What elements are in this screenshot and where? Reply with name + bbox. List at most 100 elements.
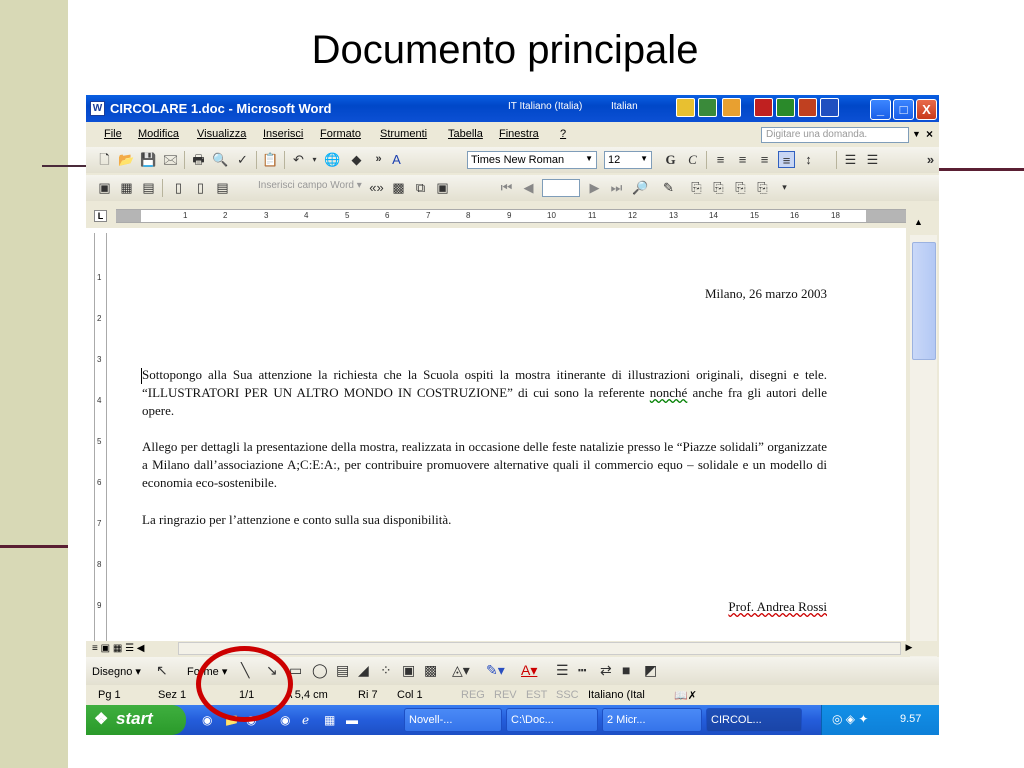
powerpoint-icon[interactable] xyxy=(798,98,817,117)
merge-to-document-icon[interactable]: ⎘ xyxy=(688,179,705,196)
document-area[interactable]: 1 2 3 4 5 6 7 8 9 Milano, 26 marzo 2003 Sottopon… xyxy=(86,228,906,643)
status-record-macro[interactable]: REG xyxy=(461,689,485,701)
paste-icon[interactable]: 📋 xyxy=(262,151,279,168)
undo-icon[interactable]: ↶ xyxy=(290,151,307,168)
oval-icon[interactable]: ◯ xyxy=(312,662,328,679)
close-button[interactable]: X xyxy=(916,99,937,120)
tab-selector[interactable]: L xyxy=(94,210,107,222)
menu-tabella[interactable]: Tabella xyxy=(448,128,483,140)
3d-style-icon[interactable]: ◩ xyxy=(644,662,657,679)
clock[interactable]: 9.57 xyxy=(900,713,921,725)
paragraph[interactable]: La ringrazio per l’attenzione e conto su… xyxy=(142,511,827,529)
letter-date[interactable]: Milano, 26 marzo 2003 xyxy=(705,285,827,303)
font-size-select[interactable]: 12 ▼ xyxy=(604,151,652,169)
dash-style-icon[interactable]: ┅ xyxy=(578,662,586,679)
open-data-source-icon[interactable]: ▦ xyxy=(118,179,135,196)
taskbar-task[interactable]: C:\Doc... xyxy=(506,708,598,732)
quicklaunch-icon[interactable]: ◉ xyxy=(202,713,212,727)
last-record-icon[interactable]: ⏭ xyxy=(608,179,625,196)
print-icon[interactable]: 🖶 xyxy=(190,151,207,168)
propagate-labels-icon[interactable]: ▣ xyxy=(434,179,451,196)
align-right-icon[interactable]: ≡ xyxy=(756,151,773,168)
text-box-icon[interactable]: ▤ xyxy=(336,662,349,679)
highlight-fields-icon[interactable]: ▩ xyxy=(390,179,407,196)
clipart-icon[interactable]: ▣ xyxy=(402,662,415,679)
menu-finestra[interactable]: Finestra xyxy=(499,128,539,140)
print-preview-icon[interactable]: 🔍 xyxy=(212,151,229,168)
taskbar-task[interactable]: 2 Micr... xyxy=(602,708,702,732)
signature-line[interactable]: Prof. Andrea Rossi xyxy=(728,598,827,616)
paragraph[interactable]: Sottopongo alla Sua attenzione la richie… xyxy=(142,366,827,420)
bold-button[interactable]: G xyxy=(662,151,679,168)
langbar-icon[interactable] xyxy=(698,98,717,117)
open-folder-icon[interactable]: 📂 xyxy=(118,151,135,168)
close-document-button[interactable]: × xyxy=(926,127,933,141)
edit-recipients-icon[interactable]: ▤ xyxy=(140,179,157,196)
chevron-down-icon[interactable]: ▼ xyxy=(640,154,648,163)
title-bar[interactable]: W CIRCOLARE 1.doc - Microsoft Word IT It… xyxy=(86,95,939,122)
chevron-down-icon[interactable]: ▾ xyxy=(306,151,323,168)
language-bar[interactable]: IT Italiano (Italia) xyxy=(508,101,582,112)
merge-to-fax-icon[interactable]: ⎘ xyxy=(754,179,771,196)
match-fields-icon[interactable]: ⧉ xyxy=(412,179,429,196)
diagram-icon[interactable]: ⁘ xyxy=(380,662,392,679)
font-color-icon[interactable]: A▾ xyxy=(521,662,537,679)
horizontal-scroll-track[interactable] xyxy=(178,642,901,655)
line-spacing-icon[interactable]: ↕ xyxy=(800,151,817,168)
toolbar-options-icon[interactable]: » xyxy=(922,151,939,168)
scroll-thumb[interactable] xyxy=(912,242,936,360)
taskbar-task-active[interactable]: CIRCOL... xyxy=(706,708,802,732)
insert-address-icon[interactable]: ▯ xyxy=(170,179,187,196)
command-prompt-icon[interactable]: ▬ xyxy=(346,713,358,727)
line-style-icon[interactable]: ☰ xyxy=(556,662,569,679)
vertical-ruler[interactable]: 1 2 3 4 5 6 7 8 9 xyxy=(94,233,107,643)
hyperlink-icon[interactable]: 🌐 xyxy=(324,151,341,168)
check-errors-icon[interactable]: ✎ xyxy=(660,179,677,196)
record-number-input[interactable] xyxy=(542,179,580,197)
permission-icon[interactable]: 🖂 xyxy=(162,151,179,168)
numbering-icon[interactable]: ☰ xyxy=(842,151,859,168)
menu-modifica[interactable]: Modifica xyxy=(138,128,179,140)
insert-word-field-button[interactable]: Inserisci campo Word ▾ xyxy=(258,180,362,191)
app-icon[interactable] xyxy=(722,98,741,117)
quicklaunch-icon[interactable]: ◉ xyxy=(280,713,290,727)
menu-file[interactable]: File xyxy=(104,128,122,140)
arrow-style-icon[interactable]: ⇄ xyxy=(600,662,612,679)
save-icon[interactable]: 💾 xyxy=(140,151,157,168)
minimize-button[interactable]: _ xyxy=(870,99,891,120)
spelling-icon[interactable]: ✓ xyxy=(234,151,251,168)
menu-strumenti[interactable]: Strumenti xyxy=(380,128,427,140)
menu-visualizza[interactable]: Visualizza xyxy=(197,128,246,140)
fill-color-icon[interactable]: ◬▾ xyxy=(452,662,470,679)
quicklaunch-icon[interactable]: ℯ xyxy=(302,713,309,727)
italic-button[interactable]: C xyxy=(684,151,701,168)
picture-icon[interactable]: ▩ xyxy=(424,662,437,679)
maximize-button[interactable]: □ xyxy=(893,99,914,120)
horizontal-ruler[interactable]: 1 2 3 4 5 6 7 8 9 10 11 12 13 14 15 16 18 xyxy=(116,209,906,223)
next-record-icon[interactable]: ▶ xyxy=(586,179,603,196)
chevron-down-icon[interactable]: ▼ xyxy=(585,154,593,163)
line-color-icon[interactable]: ✎▾ xyxy=(486,662,505,679)
main-document-icon[interactable]: ▣ xyxy=(96,179,113,196)
word-icon[interactable] xyxy=(820,98,839,117)
find-entry-icon[interactable]: 🔎 xyxy=(632,179,649,196)
paragraph[interactable]: Allego per dettagli la presentazione del… xyxy=(142,438,827,492)
align-center-icon[interactable]: ≡ xyxy=(734,151,751,168)
word-doc-icon[interactable]: W xyxy=(90,101,105,116)
shadow-style-icon[interactable]: ■ xyxy=(622,662,630,678)
status-track-changes[interactable]: REV xyxy=(494,689,517,701)
view-buttons[interactable]: ≡ ▣ ▦ ☰ ◀ xyxy=(92,643,145,654)
new-document-icon[interactable]: 🗋 xyxy=(96,151,113,168)
insert-greeting-icon[interactable]: ▯ xyxy=(192,179,209,196)
align-left-icon[interactable]: ≡ xyxy=(712,151,729,168)
quicklaunch-icon[interactable]: ▦ xyxy=(324,713,335,727)
merge-to-printer-icon[interactable]: ⎘ xyxy=(710,179,727,196)
language-bar-keyboard[interactable]: Italian xyxy=(611,101,638,112)
styles-icon[interactable]: A xyxy=(388,151,405,168)
ask-question-box[interactable]: Digitare una domanda. xyxy=(761,127,909,143)
research-icon[interactable]: ◆ xyxy=(348,151,365,168)
tray-icons[interactable]: ◎ ◈ ✦ xyxy=(832,712,868,726)
chevron-down-icon[interactable]: ▼ xyxy=(912,129,921,139)
app-icon[interactable] xyxy=(754,98,773,117)
status-extend[interactable]: EST xyxy=(526,689,547,701)
